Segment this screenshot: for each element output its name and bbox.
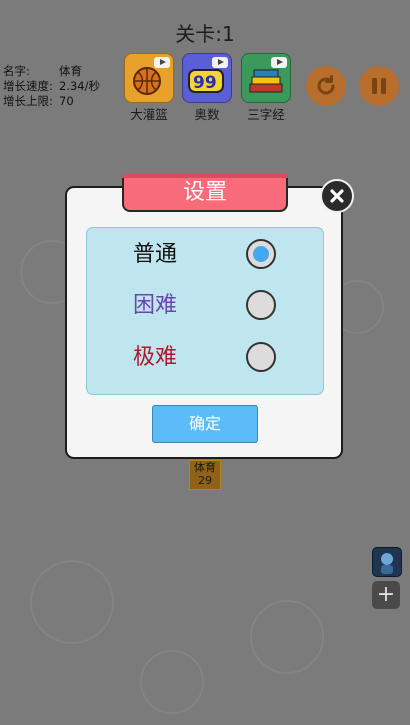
option-extreme-radio[interactable] (246, 342, 276, 372)
app-basketball[interactable]: 大灌篮 (123, 53, 175, 123)
background-doodle (30, 560, 114, 644)
radio-selected-dot (253, 246, 269, 262)
pause-button[interactable] (359, 66, 399, 106)
app-label: 奥数 (194, 107, 220, 122)
level-title: 关卡:1 (175, 22, 235, 46)
add-button[interactable]: + (372, 581, 400, 609)
option-hard-label: 困难 (133, 293, 178, 318)
limit-label: 增长上限: (3, 94, 53, 108)
app-label: 三字经 (247, 107, 285, 122)
play-icon (154, 57, 170, 68)
background-doodle (140, 650, 204, 714)
confirm-button[interactable]: 确定 (152, 405, 258, 443)
option-normal-radio[interactable] (246, 239, 276, 269)
info-panel: 名字: 体育 增长速度: 2.34/秒 增长上限: 70 (3, 64, 100, 109)
restart-icon (317, 75, 335, 95)
tile-name: 体育 (194, 461, 216, 474)
plus-icon: + (376, 582, 396, 607)
speed-label: 增长速度: (3, 79, 53, 93)
background-doodle (250, 600, 324, 674)
game-tile[interactable]: 体育 29 (189, 460, 221, 490)
option-normal-label: 普通 (133, 242, 178, 267)
app-books[interactable]: 三字经 (240, 53, 292, 123)
option-hard-radio[interactable] (246, 290, 276, 320)
close-button[interactable] (320, 179, 354, 213)
pause-icon (372, 78, 386, 94)
math-icon: 99 (182, 53, 232, 103)
basketball-icon (124, 53, 174, 103)
play-icon (271, 57, 287, 68)
close-icon (330, 189, 344, 203)
side-game-thumbnail[interactable] (372, 547, 402, 577)
books-icon (241, 53, 291, 103)
difficulty-panel (86, 227, 324, 395)
app-math[interactable]: 99 奥数 (181, 53, 233, 123)
option-extreme-label: 极难 (133, 345, 178, 370)
tile-value: 29 (198, 474, 212, 487)
name-value: 体育 (59, 64, 82, 78)
restart-button[interactable] (306, 66, 346, 106)
speed-value: 2.34/秒 (59, 79, 100, 93)
svg-text:99: 99 (193, 73, 217, 93)
dialog-title: 设置 (122, 174, 288, 212)
name-label: 名字: (3, 64, 30, 78)
app-label: 大灌篮 (130, 107, 168, 122)
limit-value: 70 (59, 94, 74, 108)
play-icon (212, 57, 228, 68)
character-icon (381, 553, 393, 574)
